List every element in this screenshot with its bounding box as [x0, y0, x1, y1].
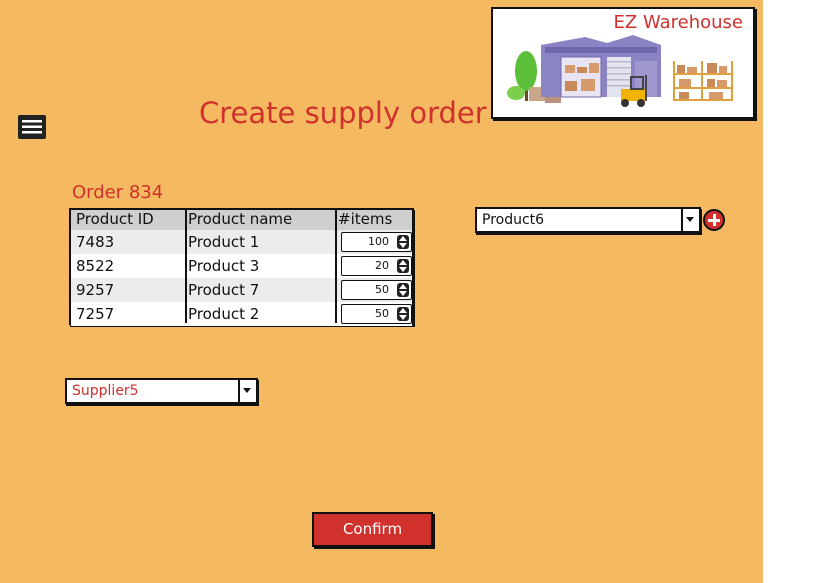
stepper-arrows-icon[interactable] — [397, 283, 409, 297]
product-name-cell: Product 3 — [188, 257, 260, 275]
product-id-cell: 8522 — [76, 257, 115, 275]
menu-icon[interactable] — [17, 114, 47, 140]
column-header-items: #items — [338, 210, 393, 228]
stepper-arrows-icon[interactable] — [397, 307, 409, 321]
items-stepper[interactable]: 20 — [341, 256, 412, 276]
app-canvas: EZ Warehouse Create supply order Order 8… — [0, 0, 763, 583]
product-name-cell: Product 1 — [188, 233, 260, 251]
items-value: 20 — [375, 259, 389, 272]
table-row: 7483 Product 1 100 — [71, 230, 412, 254]
items-stepper[interactable]: 50 — [341, 304, 412, 324]
stepper-arrows-icon[interactable] — [397, 235, 409, 249]
items-value: 50 — [375, 283, 389, 296]
column-header-product-id: Product ID — [76, 210, 154, 228]
confirm-button[interactable]: Confirm — [312, 512, 433, 547]
warehouse-illustration-icon — [507, 35, 733, 107]
items-stepper[interactable]: 100 — [341, 232, 412, 252]
chevron-down-icon[interactable] — [681, 209, 699, 231]
page-title: Create supply order — [199, 96, 487, 130]
product-name-cell: Product 2 — [188, 305, 260, 323]
stepper-arrows-icon[interactable] — [397, 259, 409, 273]
column-divider — [335, 210, 337, 323]
product-select[interactable]: Product6 — [475, 207, 701, 233]
product-id-cell: 7483 — [76, 233, 115, 251]
table-header: Product ID Product name #items — [71, 210, 412, 230]
items-value: 100 — [368, 235, 389, 248]
app-name: EZ Warehouse — [613, 12, 743, 33]
supplier-select-value: Supplier5 — [72, 383, 139, 399]
column-header-product-name: Product name — [188, 210, 293, 228]
product-id-cell: 9257 — [76, 281, 115, 299]
items-stepper[interactable]: 50 — [341, 280, 412, 300]
product-name-cell: Product 7 — [188, 281, 260, 299]
table-row: 8522 Product 3 20 — [71, 254, 412, 278]
order-label: Order 834 — [72, 182, 164, 203]
column-divider — [185, 210, 187, 323]
add-product-button[interactable] — [703, 209, 725, 231]
order-table: Product ID Product name #items 7483 Prod… — [69, 208, 414, 326]
app-logo: EZ Warehouse — [491, 7, 755, 119]
product-id-cell: 7257 — [76, 305, 115, 323]
table-row: 7257 Product 2 50 — [71, 302, 412, 326]
supplier-select[interactable]: Supplier5 — [65, 378, 258, 404]
items-value: 50 — [375, 307, 389, 320]
product-select-value: Product6 — [482, 212, 545, 228]
chevron-down-icon[interactable] — [238, 380, 256, 402]
table-row: 9257 Product 7 50 — [71, 278, 412, 302]
